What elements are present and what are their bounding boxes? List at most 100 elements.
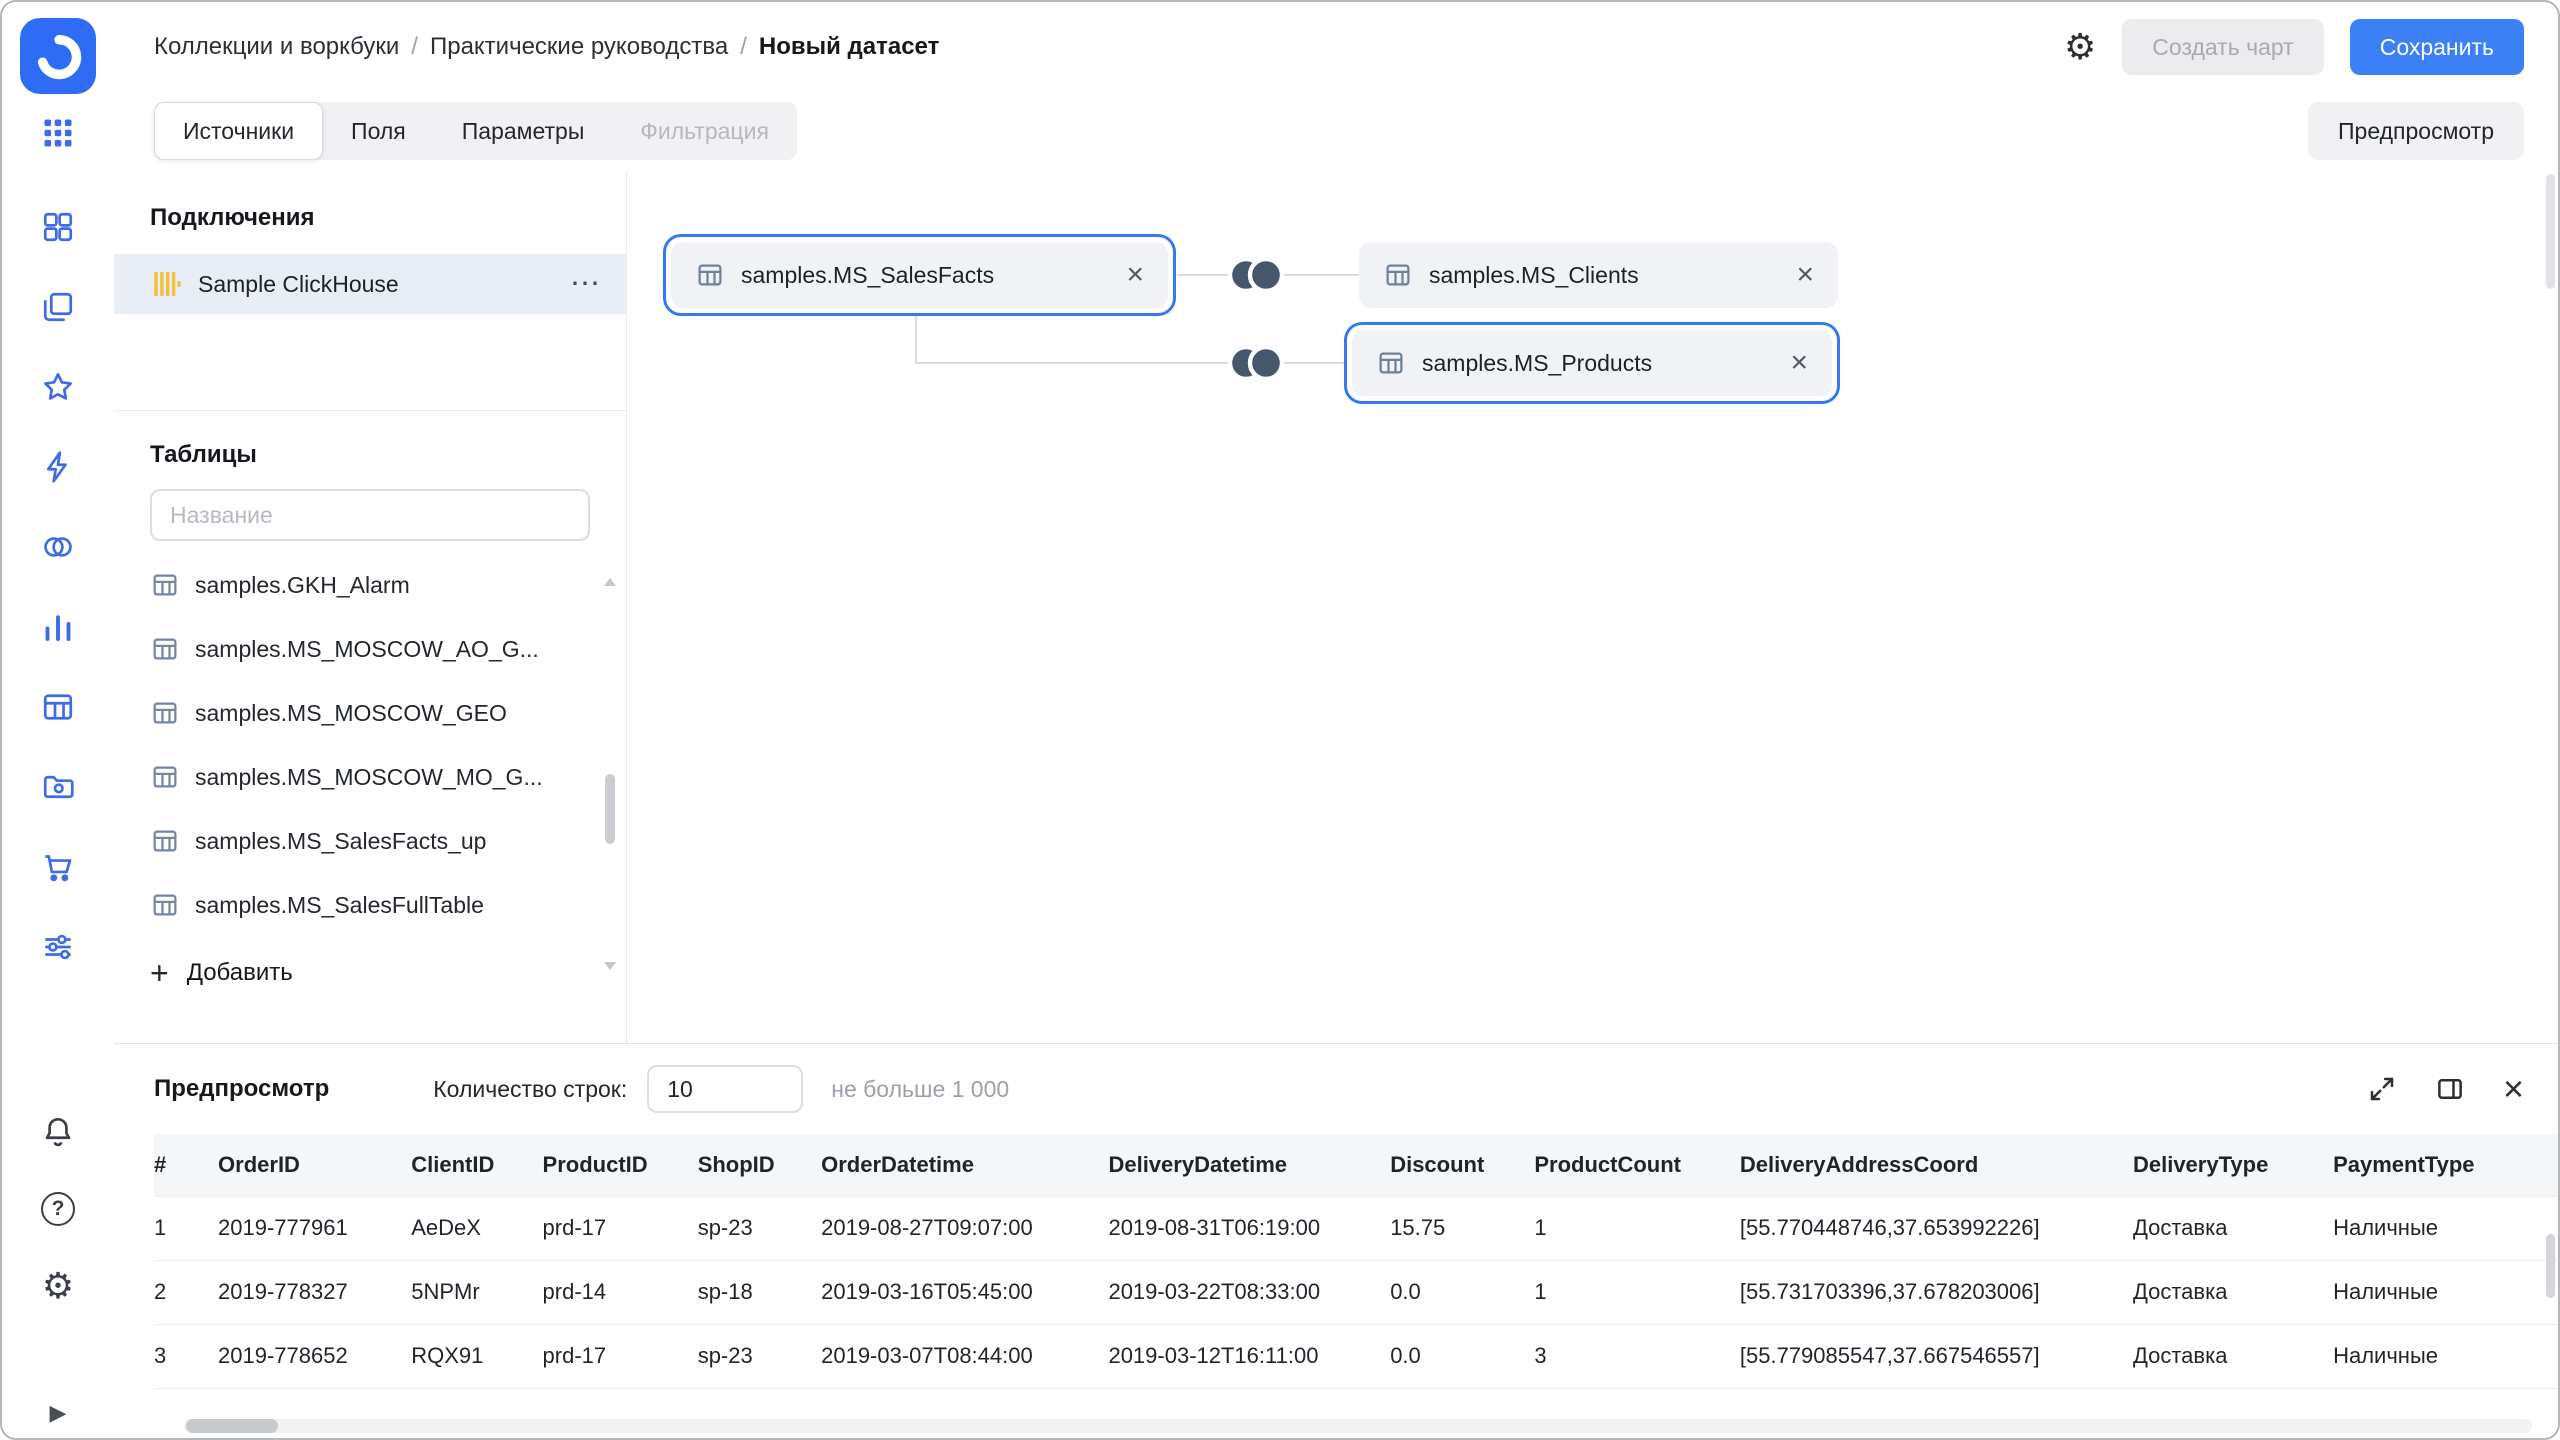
create-chart-button[interactable]: Создать чарт — [2122, 19, 2323, 75]
tables-title: Таблицы — [150, 441, 590, 469]
cell: 2019-03-16T05:45:00 — [821, 1260, 1108, 1324]
table-icon — [1383, 260, 1413, 290]
table-name: samples.MS_MOSCOW_MO_G... — [195, 764, 543, 791]
remove-source-icon[interactable]: × — [1110, 260, 1144, 290]
close-preview-icon[interactable]: × — [2503, 1071, 2524, 1107]
table-row: 2 2019-778327 5NPMr prd-14 sp-18 2019-03… — [154, 1260, 2558, 1324]
tab-filtering[interactable]: Фильтрация — [612, 102, 797, 160]
expand-preview-icon[interactable] — [2367, 1074, 2397, 1104]
breadcrumb-current-dataset: Новый датасет — [759, 33, 939, 61]
table-list-item[interactable]: samples.MS_MOSCOW_GEO — [150, 681, 590, 745]
source-node-label: samples.MS_Clients — [1429, 262, 1639, 289]
table-name: samples.MS_MOSCOW_AO_G... — [195, 636, 539, 663]
column-header: PaymentType — [2333, 1134, 2558, 1196]
preview-vertical-scrollbar[interactable] — [2546, 1234, 2555, 1439]
join-canvas[interactable]: samples.MS_SalesFacts × samples.MS_Clien… — [627, 170, 2558, 1043]
breadcrumb-guides[interactable]: Практические руководства — [430, 33, 728, 61]
scrollbar-thumb[interactable] — [2546, 1234, 2555, 1298]
dashboards-icon[interactable] — [39, 208, 77, 246]
column-header: OrderDatetime — [821, 1134, 1108, 1196]
clickhouse-icon — [150, 268, 182, 300]
preview-actions: × — [2367, 1071, 2524, 1107]
dataset-settings-gear-icon[interactable]: ⚙ — [2064, 29, 2096, 65]
join-type-icon[interactable] — [1224, 253, 1288, 297]
table-list-scrollbar[interactable] — [604, 578, 616, 970]
connection-menu-icon[interactable]: ⋯ — [570, 269, 600, 299]
cell: 3 — [154, 1324, 218, 1388]
source-node-products[interactable]: samples.MS_Products × — [1344, 322, 1840, 404]
table-list-item[interactable]: samples.MS_SalesFacts_up — [150, 809, 590, 873]
source-node-salesfacts[interactable]: samples.MS_SalesFacts × — [663, 234, 1176, 316]
cell: 2019-03-22T08:33:00 — [1108, 1260, 1390, 1324]
join-type-icon[interactable] — [1224, 341, 1288, 385]
preview-toggle-button[interactable]: Предпросмотр — [2308, 102, 2524, 160]
plus-icon: + — [150, 957, 169, 989]
table-list: samples.GKH_Alarm samples.MS_MOSCOW_AO_G… — [150, 553, 590, 937]
preview-table: # OrderID ClientID ProductID ShopID Orde… — [154, 1134, 2558, 1389]
breadcrumb-collections[interactable]: Коллекции и воркбуки — [154, 33, 399, 61]
tab-sources[interactable]: Источники — [154, 102, 323, 160]
rail-nav-group — [39, 208, 77, 966]
datalens-logo[interactable] — [20, 18, 96, 94]
notifications-bell-icon[interactable] — [39, 1112, 77, 1150]
dock-panel-icon[interactable] — [2435, 1074, 2465, 1104]
rail-bottom-group: ? ⚙ — [39, 1112, 77, 1304]
cell: 2019-03-12T16:11:00 — [1108, 1324, 1390, 1388]
connections-lightning-icon[interactable] — [39, 448, 77, 486]
table-name: samples.GKH_Alarm — [195, 572, 410, 599]
table-icon — [150, 890, 180, 920]
column-header: ClientID — [411, 1134, 542, 1196]
cell: Наличные — [2333, 1196, 2558, 1260]
scroll-down-arrow[interactable] — [604, 962, 616, 970]
tab-fields[interactable]: Поля — [323, 102, 434, 160]
table-list-item[interactable]: samples.MS_MOSCOW_AO_G... — [150, 617, 590, 681]
canvas-scrollbar[interactable] — [2546, 174, 2555, 674]
settings-gear-icon[interactable]: ⚙ — [42, 1268, 74, 1304]
join-link-line — [915, 316, 917, 363]
tab-parameters[interactable]: Параметры — [434, 102, 613, 160]
cell: sp-23 — [698, 1324, 821, 1388]
table-list-item[interactable]: samples.GKH_Alarm — [150, 553, 590, 617]
remove-source-icon[interactable]: × — [1780, 260, 1814, 290]
preview-horizontal-scrollbar[interactable] — [184, 1419, 2532, 1433]
preview-title: Предпросмотр — [154, 1075, 329, 1103]
row-count-input[interactable] — [647, 1065, 803, 1113]
tables-icon[interactable] — [39, 688, 77, 726]
remove-source-icon[interactable]: × — [1774, 348, 1808, 378]
datasets-venn-icon[interactable] — [39, 528, 77, 566]
save-button[interactable]: Сохранить — [2350, 19, 2524, 75]
column-header: # — [154, 1134, 218, 1196]
cell: 2 — [154, 1260, 218, 1324]
files-folder-icon[interactable] — [39, 768, 77, 806]
cell: AeDeX — [411, 1196, 542, 1260]
marketplace-cart-icon[interactable] — [39, 848, 77, 886]
charts-icon[interactable] — [39, 608, 77, 646]
cell: 1 — [1534, 1260, 1740, 1324]
favorites-star-icon[interactable] — [39, 368, 77, 406]
table-name: samples.MS_SalesFullTable — [195, 892, 484, 919]
table-search-input[interactable] — [150, 489, 590, 541]
apps-grid-icon[interactable] — [39, 114, 77, 152]
services-tune-icon[interactable] — [39, 928, 77, 966]
table-list-item[interactable]: samples.MS_MOSCOW_MO_G... — [150, 745, 590, 809]
connection-item-sample-clickhouse[interactable]: Sample ClickHouse ⋯ — [114, 254, 626, 314]
workbooks-icon[interactable] — [39, 288, 77, 326]
breadcrumb-separator: / — [740, 33, 747, 61]
scroll-up-arrow[interactable] — [604, 578, 616, 586]
add-table-button[interactable]: + Добавить — [150, 957, 590, 989]
collapse-rail-icon[interactable]: ▶ — [50, 1400, 67, 1426]
row-count-hint: не больше 1 000 — [831, 1076, 1009, 1103]
table-icon — [150, 762, 180, 792]
left-rail: ? ⚙ ▶ — [2, 2, 114, 1438]
preview-table-container: # OrderID ClientID ProductID ShopID Orde… — [114, 1134, 2558, 1439]
dataset-tabs: Источники Поля Параметры Фильтрация — [154, 102, 797, 160]
table-list-item[interactable]: samples.MS_SalesFullTable — [150, 873, 590, 937]
source-node-clients[interactable]: samples.MS_Clients × — [1359, 242, 1838, 308]
scrollbar-thumb[interactable] — [186, 1419, 278, 1433]
cell: sp-23 — [698, 1196, 821, 1260]
scrollbar-thumb[interactable] — [605, 774, 615, 844]
cell: 0.0 — [1390, 1260, 1534, 1324]
tabs-row: Источники Поля Параметры Фильтрация Пред… — [114, 92, 2558, 170]
help-icon[interactable]: ? — [41, 1192, 75, 1226]
scrollbar-thumb[interactable] — [2546, 174, 2555, 289]
